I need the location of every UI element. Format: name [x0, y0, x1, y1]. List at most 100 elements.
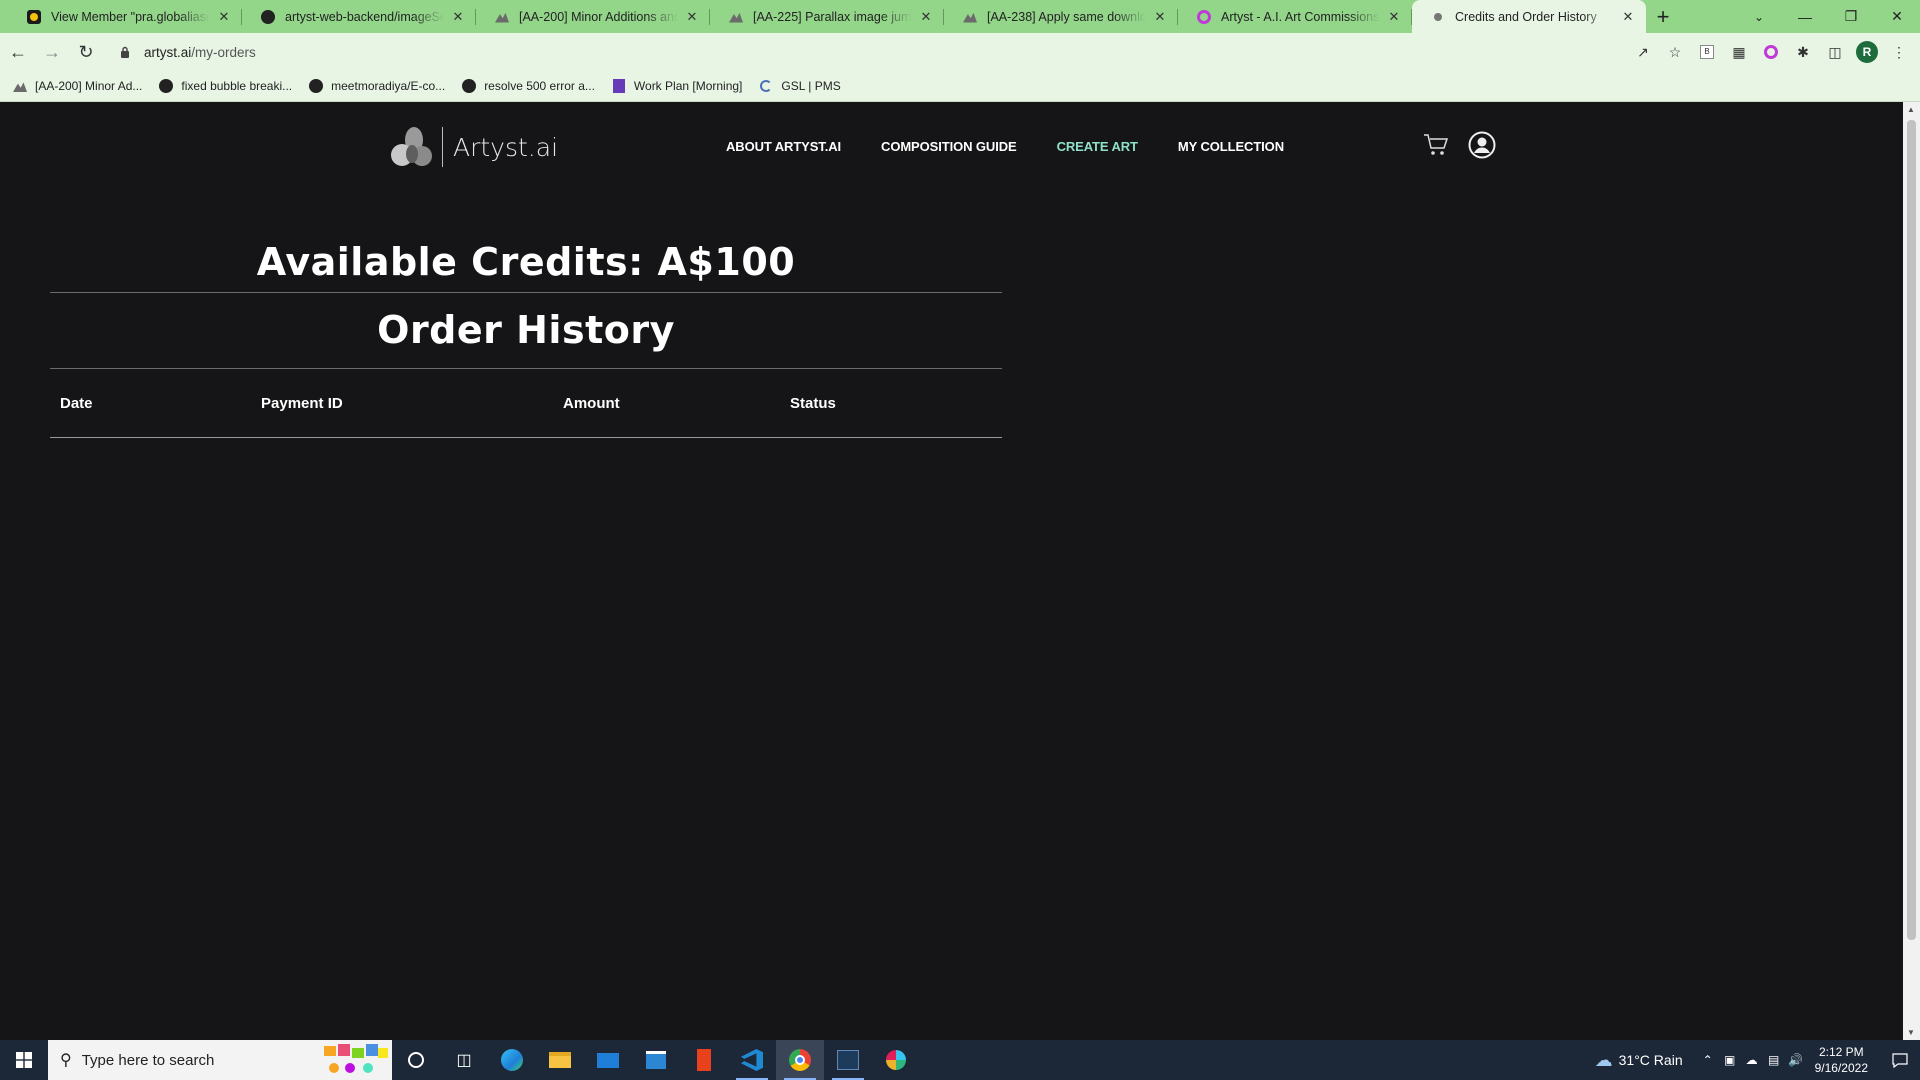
brand-name: Artyst.ai — [453, 132, 559, 162]
meet-now-icon[interactable]: ▣ — [1719, 1053, 1741, 1067]
page-viewport: Artyst.ai ABOUT ARTYST.AI COMPOSITION GUI… — [0, 102, 1903, 1040]
taskbar-search[interactable]: ⚲ Type here to search — [48, 1040, 392, 1080]
browser-tab[interactable]: Artyst - A.I. Art Commissions - A ✕ — [1178, 0, 1412, 33]
menu-kebab-icon[interactable]: ⋮ — [1886, 39, 1912, 65]
browser-tab-strip: View Member "pra.globaliasoft@✕artyst-we… — [0, 0, 1920, 33]
new-tab-button[interactable]: + — [1646, 0, 1680, 33]
close-tab-icon[interactable]: ✕ — [450, 9, 466, 25]
reload-button[interactable]: ↻ — [70, 36, 102, 68]
close-window-button[interactable]: ✕ — [1874, 0, 1920, 33]
nav-link-about-artyst-ai[interactable]: ABOUT ARTYST.AI — [726, 139, 841, 154]
browser-tab[interactable]: [AA-225] Parallax image jumping ✕ — [710, 0, 944, 33]
mysql-workbench-icon[interactable] — [824, 1040, 872, 1080]
forward-button[interactable]: → — [36, 36, 68, 68]
volume-icon[interactable]: 🔊 — [1785, 1053, 1807, 1067]
extension-grid-icon[interactable]: ▦ — [1726, 39, 1752, 65]
scroll-down-arrow-icon[interactable]: ▼ — [1907, 1028, 1915, 1037]
orders-content: Available Credits: A$100 Order History D… — [50, 232, 1002, 438]
chrome-icon[interactable] — [776, 1040, 824, 1080]
browser-tab[interactable]: Credits and Order History ✕ — [1412, 0, 1646, 33]
extension-color-icon[interactable] — [1758, 39, 1784, 65]
edge-icon[interactable] — [488, 1040, 536, 1080]
minimize-button[interactable]: — — [1782, 0, 1828, 33]
close-tab-icon[interactable]: ✕ — [1152, 9, 1168, 25]
mail-icon[interactable] — [584, 1040, 632, 1080]
nav-link-composition-guide[interactable]: COMPOSITION GUIDE — [881, 139, 1017, 154]
close-tab-icon[interactable]: ✕ — [1386, 9, 1402, 25]
extensions-puzzle-icon[interactable]: ✱ — [1790, 39, 1816, 65]
bookmark-item[interactable]: Work Plan [Morning] — [611, 78, 743, 94]
clock-time: 2:12 PM — [1818, 1045, 1864, 1059]
office-icon[interactable] — [680, 1040, 728, 1080]
side-panel-icon[interactable]: ◫ — [1822, 39, 1848, 65]
scrollbar-thumb[interactable] — [1907, 120, 1916, 940]
artyst-icon — [1196, 9, 1212, 25]
forms-icon — [611, 78, 627, 94]
system-tray: ☁ 31°C Rain ⌃ ▣ ☁ ▤ 🔊 2:12 PM 9/16/2022 — [1595, 1040, 1920, 1080]
tab-title: artyst-web-backend/imageServi — [285, 9, 444, 24]
cart-icon[interactable] — [1422, 130, 1450, 160]
page-scrollbar[interactable]: ▲ ▼ — [1903, 102, 1920, 1040]
network-icon[interactable]: ▤ — [1763, 1053, 1785, 1067]
jira-icon — [962, 9, 978, 25]
close-tab-icon[interactable]: ✕ — [216, 9, 232, 25]
show-hidden-icons-icon[interactable]: ⌃ — [1697, 1053, 1719, 1067]
url-host: artyst.ai — [144, 44, 192, 60]
bookmark-item[interactable]: fixed bubble breaki... — [158, 78, 292, 94]
clock-date: 9/16/2022 — [1814, 1061, 1868, 1075]
github-icon — [308, 78, 324, 94]
task-view-icon[interactable]: ◫ — [440, 1040, 488, 1080]
windows-taskbar: ⚲ Type here to search ◫ ☁ 31°C Rain ⌃ ▣ … — [0, 1040, 1920, 1080]
weather-text: 31°C Rain — [1618, 1052, 1683, 1068]
browser-tab[interactable]: [AA-200] Minor Additions and F ✕ — [476, 0, 710, 33]
browser-tab[interactable]: artyst-web-backend/imageServi ✕ — [242, 0, 476, 33]
restore-button[interactable]: ❐ — [1828, 0, 1874, 33]
extension-b-icon[interactable]: B — [1694, 39, 1720, 65]
loader-icon — [758, 78, 774, 94]
available-credits-heading: Available Credits: A$100 — [256, 240, 796, 284]
logo-divider — [442, 127, 443, 167]
profile-avatar[interactable]: R — [1854, 39, 1880, 65]
bookmark-label: [AA-200] Minor Ad... — [35, 79, 143, 93]
notifications-icon[interactable] — [1880, 1052, 1920, 1068]
close-tab-icon[interactable]: ✕ — [684, 9, 700, 25]
browser-tab[interactable]: View Member "pra.globaliasoft@ ✕ — [8, 0, 242, 33]
weather-widget[interactable]: ☁ 31°C Rain — [1595, 1050, 1683, 1071]
cortana-icon[interactable] — [392, 1040, 440, 1080]
onedrive-cloud-icon[interactable]: ☁ — [1741, 1053, 1763, 1067]
taskbar-search-placeholder: Type here to search — [81, 1051, 215, 1069]
column-header-payment-id: Payment ID — [261, 394, 343, 412]
scroll-up-arrow-icon[interactable]: ▲ — [1907, 105, 1915, 114]
column-header-date: Date — [60, 394, 93, 412]
main-nav: ABOUT ARTYST.AI COMPOSITION GUIDE CREATE A… — [726, 139, 1284, 154]
tab-title: Artyst - A.I. Art Commissions - A — [1221, 9, 1380, 24]
close-tab-icon[interactable]: ✕ — [918, 9, 934, 25]
bookmark-item[interactable]: meetmoradiya/E-co... — [308, 78, 445, 94]
profile-initial: R — [1856, 41, 1878, 63]
window-controls: — ❐ ✕ — [1782, 0, 1920, 33]
close-tab-icon[interactable]: ✕ — [1620, 9, 1636, 25]
bookmark-label: Work Plan [Morning] — [633, 79, 743, 93]
nav-link-create-art[interactable]: CREATE ART — [1057, 139, 1138, 154]
order-history-heading: Order History — [377, 308, 675, 352]
system-clock[interactable]: 2:12 PM 9/16/2022 — [1815, 1044, 1868, 1076]
bookmark-item[interactable]: [AA-200] Minor Ad... — [12, 78, 142, 94]
bookmark-item[interactable]: resolve 500 error a... — [461, 78, 595, 94]
windows-start-icon[interactable] — [0, 1040, 48, 1080]
jira-icon — [494, 9, 510, 25]
store-icon[interactable] — [632, 1040, 680, 1080]
nav-link-my-collection[interactable]: MY COLLECTION — [1178, 139, 1284, 154]
bookmark-item[interactable]: GSL | PMS — [758, 78, 841, 94]
slack-icon[interactable] — [872, 1040, 920, 1080]
tab-search-icon[interactable]: ⌄ — [1742, 0, 1776, 33]
search-icon: ⚲ — [60, 1052, 72, 1069]
site-logo[interactable]: Artyst.ai — [390, 126, 558, 168]
share-icon[interactable]: ↗ — [1630, 39, 1656, 65]
bookmark-star-icon[interactable]: ☆ — [1662, 39, 1688, 65]
vscode-icon[interactable] — [728, 1040, 776, 1080]
address-bar[interactable]: artyst.ai/my-orders — [108, 37, 1668, 67]
browser-tab[interactable]: [AA-238] Apply same download ✕ — [944, 0, 1178, 33]
account-icon[interactable] — [1468, 130, 1496, 160]
file-explorer-icon[interactable] — [536, 1040, 584, 1080]
back-button[interactable]: ← — [2, 36, 34, 68]
